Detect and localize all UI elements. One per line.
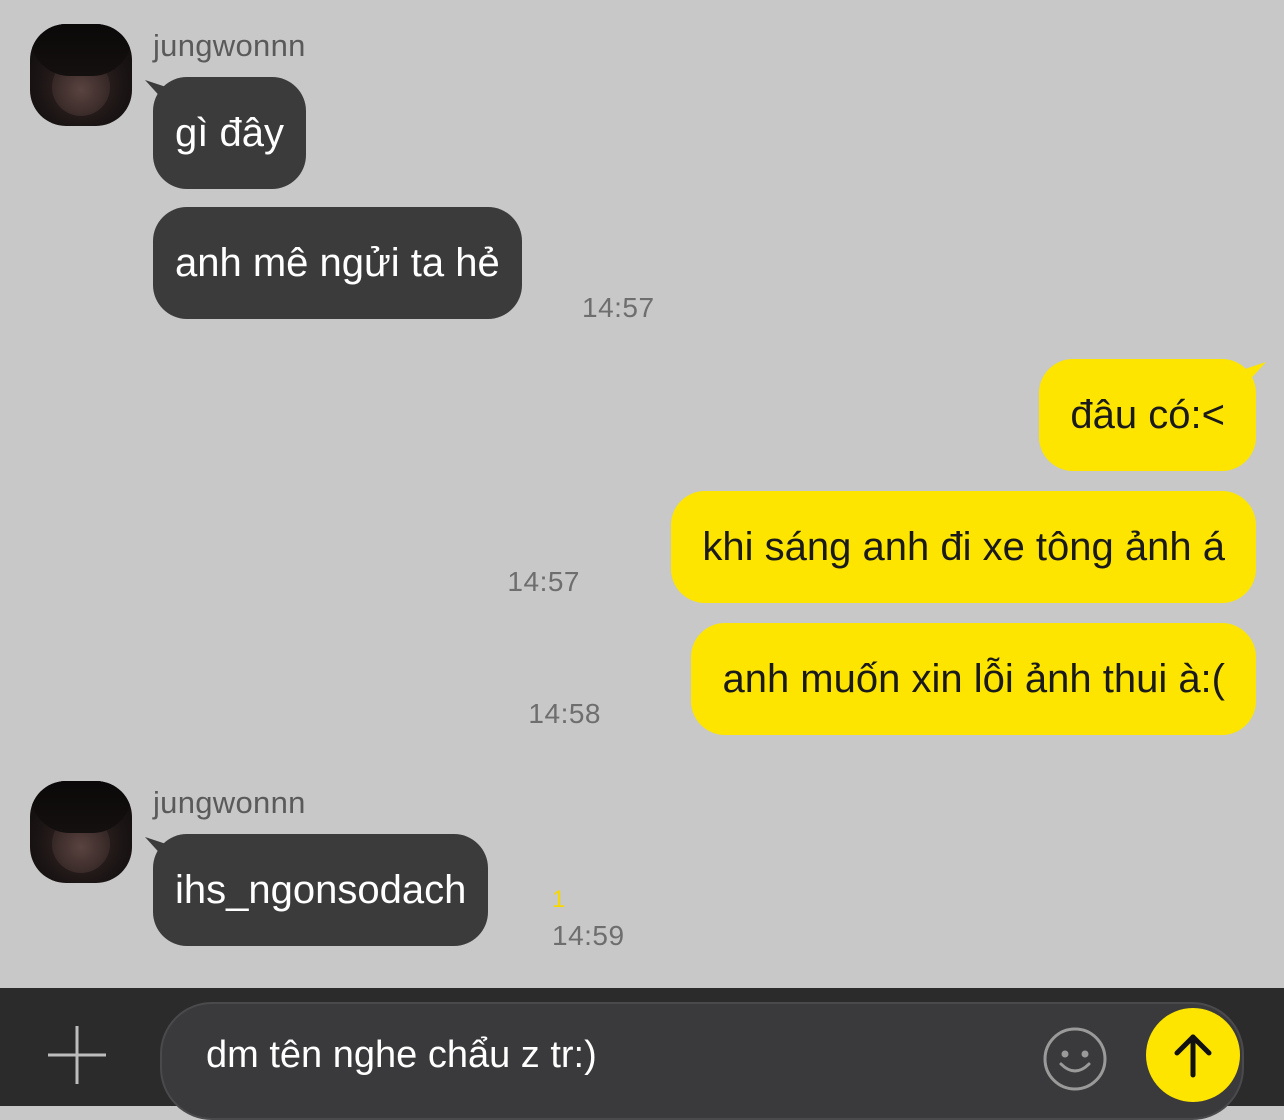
message-time: 14:59: [552, 920, 625, 951]
smiley-icon[interactable]: [1042, 1026, 1108, 1092]
plus-icon[interactable]: [46, 1024, 108, 1086]
send-button[interactable]: [1146, 1008, 1240, 1102]
message-text: đâu có:<: [1070, 392, 1225, 437]
incoming-message-bubble[interactable]: anh mê ngửi ta hẻ: [153, 207, 522, 319]
incoming-message-bubble[interactable]: gì đây: [153, 77, 306, 189]
message-input-value: dm tên nghe chẩu z tr:): [206, 1034, 597, 1076]
outgoing-message-bubble[interactable]: anh muốn xin lỗi ảnh thui à:(: [691, 623, 1256, 735]
composer-bar: dm tên nghe chẩu z tr:): [0, 988, 1284, 1120]
message-text: ihs_ngonsodach: [175, 867, 467, 912]
message-time: 14:57: [507, 566, 580, 597]
sender-name: jungwonnn: [153, 785, 306, 820]
contact-avatar[interactable]: [30, 781, 132, 883]
message-text: anh mê ngửi ta hẻ: [175, 240, 500, 285]
message-time: 14:57: [582, 292, 655, 323]
message-text: gì đây: [175, 110, 284, 155]
unread-count: 1: [552, 886, 566, 913]
contact-avatar[interactable]: [30, 24, 132, 126]
message-text: khi sáng anh đi xe tông ảnh á: [702, 524, 1225, 569]
message-time: 14:58: [528, 698, 601, 729]
chat-area[interactable]: jungwonnn gì đây anh mê ngửi ta hẻ 14:57…: [0, 0, 1284, 988]
outgoing-message-bubble[interactable]: khi sáng anh đi xe tông ảnh á: [671, 491, 1256, 603]
sender-name: jungwonnn: [153, 28, 306, 63]
message-input[interactable]: dm tên nghe chẩu z tr:): [160, 1002, 1244, 1120]
message-text: anh muốn xin lỗi ảnh thui à:(: [722, 656, 1225, 701]
arrow-up-icon: [1174, 1034, 1212, 1078]
outgoing-message-bubble[interactable]: đâu có:<: [1039, 359, 1256, 471]
incoming-message-bubble[interactable]: ihs_ngonsodach: [153, 834, 489, 946]
